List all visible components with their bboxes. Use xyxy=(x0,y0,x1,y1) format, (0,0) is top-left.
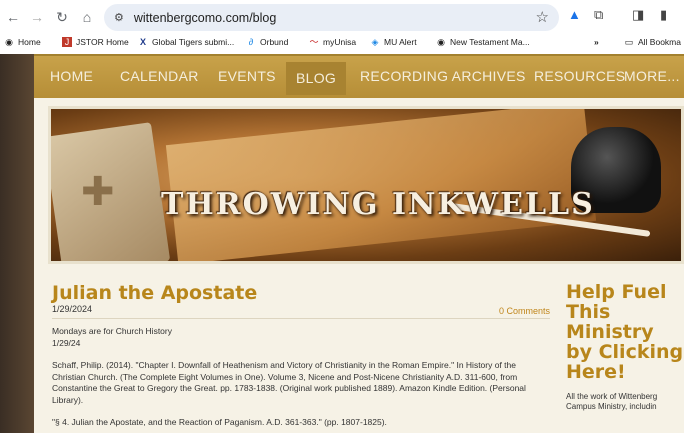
xm-icon: X xyxy=(139,37,146,47)
star-icon[interactable]: ☆ xyxy=(536,8,549,26)
donate-heading[interactable]: Help Fuel This Ministry by Clicking Here… xyxy=(566,282,684,382)
bookmarks-overflow[interactable]: » xyxy=(594,37,599,47)
sidepanel-icon[interactable]: ◨ xyxy=(632,7,644,23)
globe-icon: ◉ xyxy=(437,37,445,47)
post-paragraph: "§ 4. Julian the Apostate, and the React… xyxy=(52,417,387,427)
nav-events[interactable]: EVENTS xyxy=(218,68,276,84)
post-body: Mondays are for Church History 1/29/24 Sc… xyxy=(52,326,550,429)
reload-icon[interactable]: ↻ xyxy=(51,6,73,28)
bookmark-mu-alert[interactable]: ◈ MU Alert xyxy=(370,37,417,47)
profile-icon[interactable]: ▮ xyxy=(660,7,667,23)
browser-toolbar: ← → ↻ ⌂ ⚙ wittenbergcomo.com/blog ☆ ▲ ⧉ … xyxy=(0,0,684,34)
bookmark-home[interactable]: ◉ Home xyxy=(4,37,41,47)
page-background-left xyxy=(0,54,34,433)
post-date: 1/29/2024 xyxy=(52,304,93,314)
post-line: 1/29/24 xyxy=(52,337,81,348)
post-paragraph: Schaff, Philip. (2014). "Chapter I. Down… xyxy=(52,360,526,405)
divider xyxy=(52,318,550,319)
all-bookmarks[interactable]: ▭ All Bookma xyxy=(624,37,681,47)
nav-more[interactable]: MORE... xyxy=(624,68,680,84)
bookmark-global-tigers[interactable]: X Global Tigers submi... xyxy=(138,37,234,47)
url-text[interactable]: wittenbergcomo.com/blog xyxy=(134,11,276,25)
nav-recording-archives[interactable]: RECORDING ARCHIVES xyxy=(360,68,526,84)
drive-icon[interactable]: ▲ xyxy=(568,7,581,22)
tune-icon[interactable]: ⚙ xyxy=(114,11,124,24)
bookmark-jstor[interactable]: J JSTOR Home xyxy=(62,37,129,47)
home-icon[interactable]: ⌂ xyxy=(76,6,98,28)
blog-post: Julian the Apostate 1/29/2024 0 Comments… xyxy=(52,282,550,433)
nav-resources[interactable]: RESOURCES xyxy=(534,68,625,84)
comments-link[interactable]: 0 Comments xyxy=(499,306,550,316)
extensions-icon[interactable]: ⧉ xyxy=(594,7,603,23)
banner-title: THROWING INKWELLS xyxy=(161,187,595,222)
nav-calendar[interactable]: CALENDAR xyxy=(120,68,199,84)
jstor-icon: J xyxy=(62,37,72,47)
back-icon[interactable]: ← xyxy=(2,6,24,28)
webpage: HOME CALENDAR EVENTS BLOG RECORDING ARCH… xyxy=(0,54,684,433)
bookmark-orbund[interactable]: ∂ Orbund xyxy=(246,37,289,47)
nav-home[interactable]: HOME xyxy=(50,68,93,84)
globe-icon: ◉ xyxy=(5,37,13,47)
folder-icon: ▭ xyxy=(624,37,634,47)
post-line: Mondays are for Church History xyxy=(52,326,172,336)
nav-blog[interactable]: BLOG xyxy=(286,62,347,95)
cross-icon: ✚ xyxy=(81,170,115,214)
blog-banner: ✚ THROWING INKWELLS xyxy=(48,106,684,264)
address-bar[interactable]: ⚙ wittenbergcomo.com/blog ☆ xyxy=(104,4,559,31)
unisa-icon: 〜 xyxy=(309,37,319,47)
sidebar: Help Fuel This Ministry by Clicking Here… xyxy=(566,282,684,412)
site-navigation: HOME CALENDAR EVENTS BLOG RECORDING ARCH… xyxy=(34,54,684,100)
post-title[interactable]: Julian the Apostate xyxy=(52,282,550,304)
alert-icon: ◈ xyxy=(371,37,379,47)
orbund-icon: ∂ xyxy=(248,37,254,47)
bookmark-new-testament[interactable]: ◉ New Testament Ma... xyxy=(436,37,530,47)
bookmarks-bar: ◉ Home J JSTOR Home X Global Tigers submi..… xyxy=(0,34,684,54)
main-content: ✚ THROWING INKWELLS Julian the Apostate … xyxy=(34,98,684,433)
forward-icon[interactable]: → xyxy=(26,6,48,28)
sidebar-text: All the work of Wittenberg Campus Minist… xyxy=(566,392,658,411)
bookmark-myunisa[interactable]: 〜 myUnisa xyxy=(309,37,356,47)
